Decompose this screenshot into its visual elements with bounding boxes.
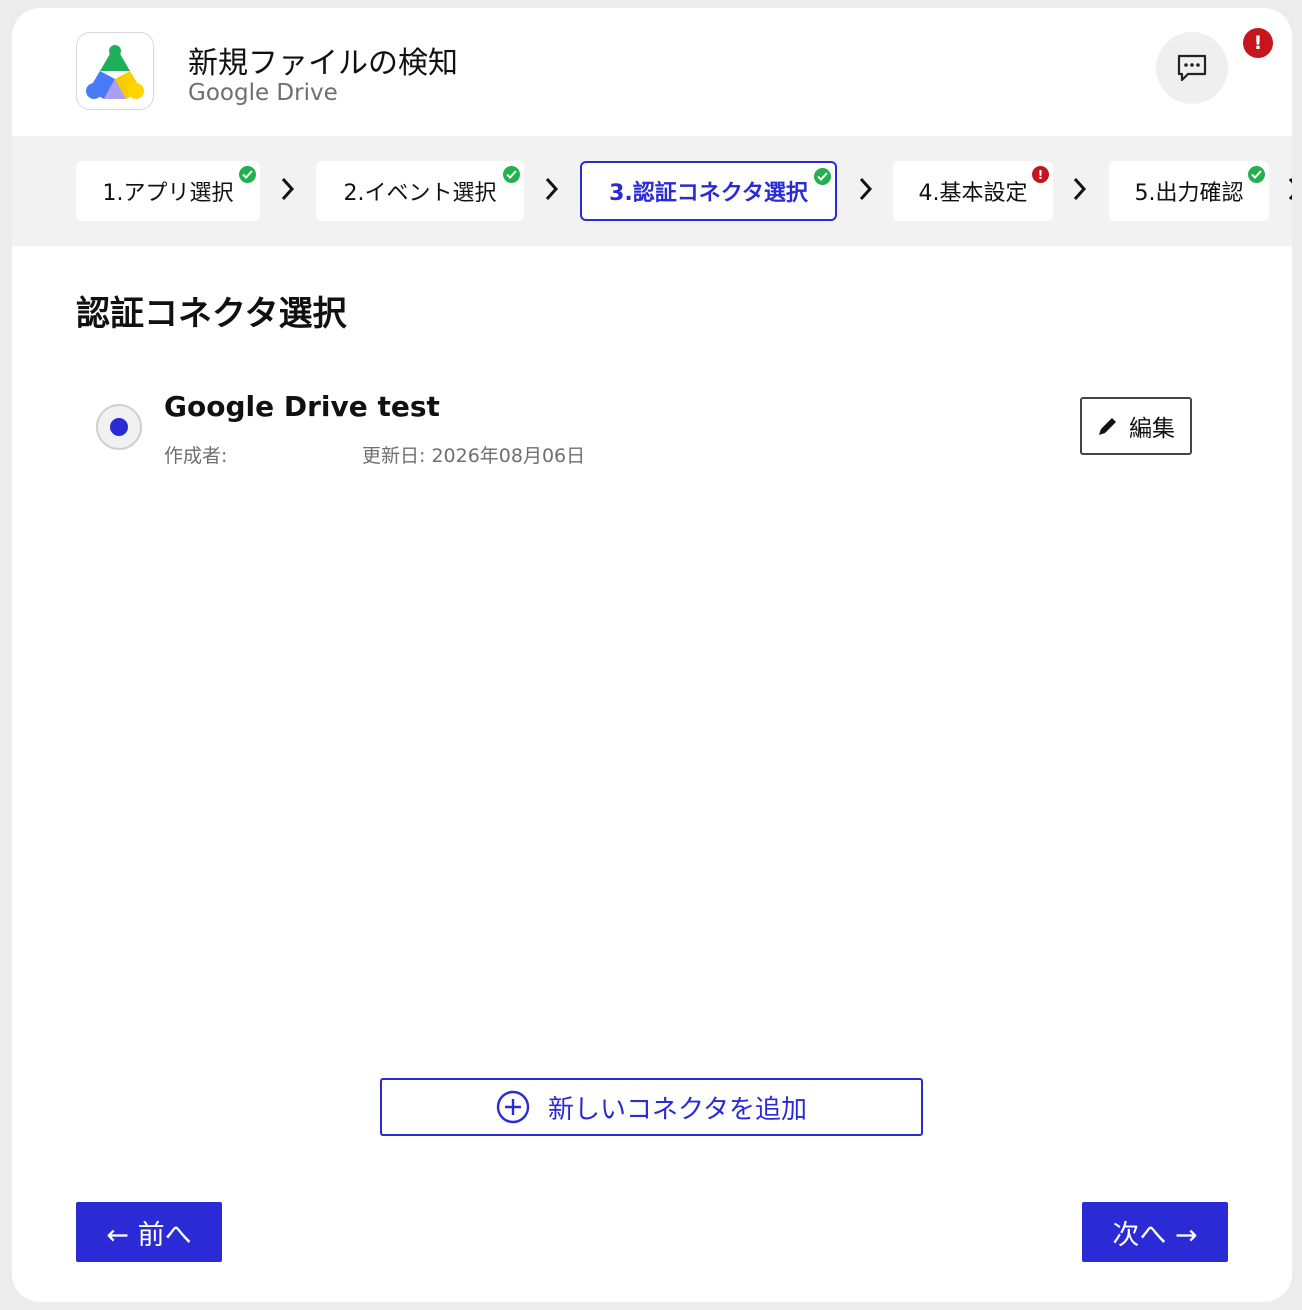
steps-bar: 1.アプリ選択 2.イベント選択 3.認証コネクタ選択 4.基本設定 ! 5.出…	[12, 136, 1292, 246]
chevron-right-icon	[1073, 177, 1087, 201]
check-icon	[503, 166, 520, 183]
step-app-select[interactable]: 1.アプリ選択	[76, 161, 260, 221]
next-label: 次へ →	[1112, 1219, 1198, 1251]
workflow-card: 新規ファイルの検知 Google Drive ! 1.アプリ選択 2.イベント選…	[12, 8, 1292, 1302]
section-title: 認証コネクタ選択	[76, 294, 347, 334]
chevron-right-icon	[545, 177, 559, 201]
add-connector-label: 新しいコネクタを追加	[548, 1094, 807, 1125]
step-label: 2.イベント選択	[343, 181, 497, 206]
step-label: 1.アプリ選択	[102, 181, 234, 206]
chevron-right-icon	[281, 177, 295, 201]
radio-selected-dot	[110, 418, 128, 436]
check-icon	[239, 166, 256, 183]
connector-updated: 更新日: 2026年08月06日	[362, 445, 586, 467]
step-label: 5.出力確認	[1134, 181, 1244, 206]
step-connector-select[interactable]: 3.認証コネクタ選択	[580, 161, 837, 221]
edit-button[interactable]: 編集	[1080, 397, 1192, 455]
step-event-select[interactable]: 2.イベント選択	[316, 161, 524, 221]
chevron-right-icon	[859, 177, 873, 201]
app-subtitle: Google Drive	[188, 80, 338, 106]
google-drive-icon	[86, 45, 144, 99]
edit-label: 編集	[1129, 416, 1175, 442]
check-icon	[814, 168, 831, 185]
connector-name: Google Drive test	[164, 390, 440, 423]
alert-badge[interactable]: !	[1243, 28, 1273, 58]
google-drive-logo	[76, 32, 154, 110]
chat-button[interactable]	[1156, 32, 1228, 104]
step-output-confirm[interactable]: 5.出力確認	[1109, 161, 1269, 221]
connector-creator: 作成者:	[164, 445, 228, 467]
error-icon: !	[1032, 166, 1049, 183]
chat-icon	[1177, 54, 1207, 82]
step-label: 4.基本設定	[918, 181, 1028, 206]
pencil-icon	[1099, 418, 1116, 435]
add-connector-button[interactable]: 新しいコネクタを追加	[380, 1078, 923, 1136]
connector-radio[interactable]	[96, 404, 142, 450]
chevron-right-icon	[1288, 177, 1292, 201]
next-button[interactable]: 次へ →	[1082, 1202, 1228, 1262]
check-icon	[1248, 166, 1265, 183]
plus-circle-icon	[496, 1090, 530, 1124]
prev-button[interactable]: ← 前へ	[76, 1202, 222, 1262]
step-basic-settings[interactable]: 4.基本設定 !	[893, 161, 1053, 221]
page-title: 新規ファイルの検知	[188, 46, 458, 81]
step-label: 3.認証コネクタ選択	[609, 181, 808, 206]
prev-label: ← 前へ	[106, 1219, 192, 1251]
